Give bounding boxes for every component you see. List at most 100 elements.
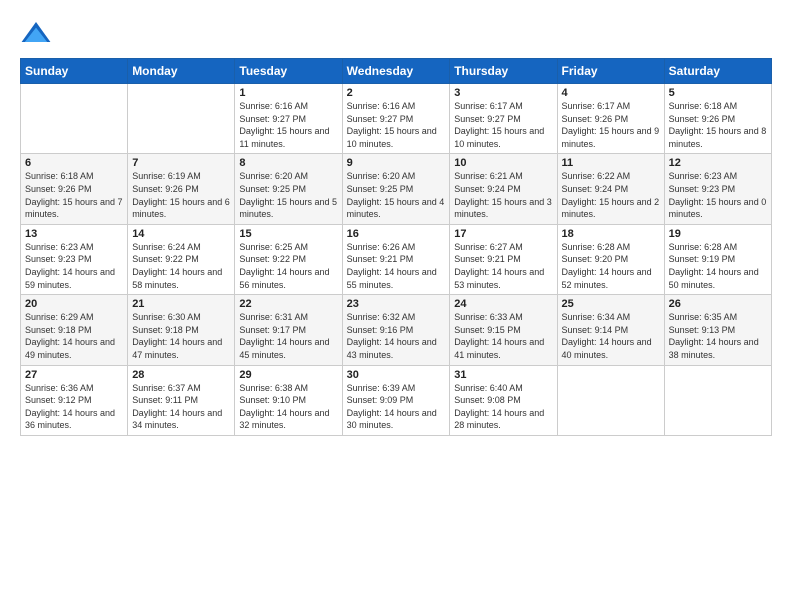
day-info: Sunrise: 6:31 AM Sunset: 9:17 PM Dayligh… [239, 311, 337, 361]
calendar-cell: 17Sunrise: 6:27 AM Sunset: 9:21 PM Dayli… [450, 224, 557, 294]
header [20, 18, 772, 50]
calendar-week-row: 1Sunrise: 6:16 AM Sunset: 9:27 PM Daylig… [21, 84, 772, 154]
day-info: Sunrise: 6:24 AM Sunset: 9:22 PM Dayligh… [132, 241, 230, 291]
day-number: 3 [454, 87, 552, 99]
weekday-header-thursday: Thursday [450, 59, 557, 84]
calendar-cell: 2Sunrise: 6:16 AM Sunset: 9:27 PM Daylig… [342, 84, 450, 154]
day-info: Sunrise: 6:32 AM Sunset: 9:16 PM Dayligh… [347, 311, 446, 361]
calendar-cell [557, 365, 664, 435]
day-info: Sunrise: 6:30 AM Sunset: 9:18 PM Dayligh… [132, 311, 230, 361]
day-number: 23 [347, 298, 446, 310]
weekday-header-wednesday: Wednesday [342, 59, 450, 84]
day-number: 24 [454, 298, 552, 310]
calendar-cell: 15Sunrise: 6:25 AM Sunset: 9:22 PM Dayli… [235, 224, 342, 294]
calendar-cell: 22Sunrise: 6:31 AM Sunset: 9:17 PM Dayli… [235, 295, 342, 365]
day-info: Sunrise: 6:19 AM Sunset: 9:26 PM Dayligh… [132, 170, 230, 220]
calendar-cell: 24Sunrise: 6:33 AM Sunset: 9:15 PM Dayli… [450, 295, 557, 365]
calendar-cell: 21Sunrise: 6:30 AM Sunset: 9:18 PM Dayli… [128, 295, 235, 365]
day-info: Sunrise: 6:21 AM Sunset: 9:24 PM Dayligh… [454, 170, 552, 220]
day-number: 2 [347, 87, 446, 99]
day-number: 16 [347, 228, 446, 240]
weekday-header-row: SundayMondayTuesdayWednesdayThursdayFrid… [21, 59, 772, 84]
day-info: Sunrise: 6:29 AM Sunset: 9:18 PM Dayligh… [25, 311, 123, 361]
calendar-cell: 9Sunrise: 6:20 AM Sunset: 9:25 PM Daylig… [342, 154, 450, 224]
calendar-cell: 30Sunrise: 6:39 AM Sunset: 9:09 PM Dayli… [342, 365, 450, 435]
day-number: 20 [25, 298, 123, 310]
weekday-header-tuesday: Tuesday [235, 59, 342, 84]
calendar-cell: 3Sunrise: 6:17 AM Sunset: 9:27 PM Daylig… [450, 84, 557, 154]
calendar-cell: 4Sunrise: 6:17 AM Sunset: 9:26 PM Daylig… [557, 84, 664, 154]
day-info: Sunrise: 6:25 AM Sunset: 9:22 PM Dayligh… [239, 241, 337, 291]
day-number: 30 [347, 369, 446, 381]
calendar-week-row: 27Sunrise: 6:36 AM Sunset: 9:12 PM Dayli… [21, 365, 772, 435]
day-number: 26 [669, 298, 767, 310]
calendar-cell: 14Sunrise: 6:24 AM Sunset: 9:22 PM Dayli… [128, 224, 235, 294]
calendar-week-row: 13Sunrise: 6:23 AM Sunset: 9:23 PM Dayli… [21, 224, 772, 294]
day-number: 22 [239, 298, 337, 310]
day-number: 10 [454, 157, 552, 169]
day-number: 19 [669, 228, 767, 240]
day-info: Sunrise: 6:40 AM Sunset: 9:08 PM Dayligh… [454, 382, 552, 432]
calendar-cell [664, 365, 771, 435]
day-number: 31 [454, 369, 552, 381]
day-number: 4 [562, 87, 660, 99]
calendar-cell: 12Sunrise: 6:23 AM Sunset: 9:23 PM Dayli… [664, 154, 771, 224]
day-info: Sunrise: 6:23 AM Sunset: 9:23 PM Dayligh… [25, 241, 123, 291]
day-number: 18 [562, 228, 660, 240]
calendar-cell: 18Sunrise: 6:28 AM Sunset: 9:20 PM Dayli… [557, 224, 664, 294]
calendar-cell: 8Sunrise: 6:20 AM Sunset: 9:25 PM Daylig… [235, 154, 342, 224]
calendar-table: SundayMondayTuesdayWednesdayThursdayFrid… [20, 58, 772, 436]
day-number: 25 [562, 298, 660, 310]
day-info: Sunrise: 6:16 AM Sunset: 9:27 PM Dayligh… [347, 100, 446, 150]
day-number: 21 [132, 298, 230, 310]
day-info: Sunrise: 6:37 AM Sunset: 9:11 PM Dayligh… [132, 382, 230, 432]
calendar-cell: 19Sunrise: 6:28 AM Sunset: 9:19 PM Dayli… [664, 224, 771, 294]
calendar-cell: 25Sunrise: 6:34 AM Sunset: 9:14 PM Dayli… [557, 295, 664, 365]
day-number: 7 [132, 157, 230, 169]
calendar-week-row: 20Sunrise: 6:29 AM Sunset: 9:18 PM Dayli… [21, 295, 772, 365]
day-number: 28 [132, 369, 230, 381]
day-info: Sunrise: 6:26 AM Sunset: 9:21 PM Dayligh… [347, 241, 446, 291]
calendar-cell: 28Sunrise: 6:37 AM Sunset: 9:11 PM Dayli… [128, 365, 235, 435]
calendar-cell [21, 84, 128, 154]
day-info: Sunrise: 6:27 AM Sunset: 9:21 PM Dayligh… [454, 241, 552, 291]
day-info: Sunrise: 6:38 AM Sunset: 9:10 PM Dayligh… [239, 382, 337, 432]
calendar-cell: 1Sunrise: 6:16 AM Sunset: 9:27 PM Daylig… [235, 84, 342, 154]
day-info: Sunrise: 6:18 AM Sunset: 9:26 PM Dayligh… [25, 170, 123, 220]
day-number: 27 [25, 369, 123, 381]
calendar-cell [128, 84, 235, 154]
day-info: Sunrise: 6:39 AM Sunset: 9:09 PM Dayligh… [347, 382, 446, 432]
calendar-cell: 11Sunrise: 6:22 AM Sunset: 9:24 PM Dayli… [557, 154, 664, 224]
day-number: 11 [562, 157, 660, 169]
calendar-cell: 10Sunrise: 6:21 AM Sunset: 9:24 PM Dayli… [450, 154, 557, 224]
calendar-cell: 13Sunrise: 6:23 AM Sunset: 9:23 PM Dayli… [21, 224, 128, 294]
calendar-cell: 16Sunrise: 6:26 AM Sunset: 9:21 PM Dayli… [342, 224, 450, 294]
calendar-cell: 7Sunrise: 6:19 AM Sunset: 9:26 PM Daylig… [128, 154, 235, 224]
day-number: 1 [239, 87, 337, 99]
day-info: Sunrise: 6:28 AM Sunset: 9:20 PM Dayligh… [562, 241, 660, 291]
day-number: 29 [239, 369, 337, 381]
day-number: 9 [347, 157, 446, 169]
day-number: 15 [239, 228, 337, 240]
calendar-week-row: 6Sunrise: 6:18 AM Sunset: 9:26 PM Daylig… [21, 154, 772, 224]
weekday-header-sunday: Sunday [21, 59, 128, 84]
day-info: Sunrise: 6:20 AM Sunset: 9:25 PM Dayligh… [347, 170, 446, 220]
calendar-cell: 31Sunrise: 6:40 AM Sunset: 9:08 PM Dayli… [450, 365, 557, 435]
day-info: Sunrise: 6:33 AM Sunset: 9:15 PM Dayligh… [454, 311, 552, 361]
calendar-cell: 29Sunrise: 6:38 AM Sunset: 9:10 PM Dayli… [235, 365, 342, 435]
day-number: 5 [669, 87, 767, 99]
day-number: 6 [25, 157, 123, 169]
calendar-cell: 23Sunrise: 6:32 AM Sunset: 9:16 PM Dayli… [342, 295, 450, 365]
day-info: Sunrise: 6:16 AM Sunset: 9:27 PM Dayligh… [239, 100, 337, 150]
calendar-cell: 5Sunrise: 6:18 AM Sunset: 9:26 PM Daylig… [664, 84, 771, 154]
day-number: 17 [454, 228, 552, 240]
day-info: Sunrise: 6:20 AM Sunset: 9:25 PM Dayligh… [239, 170, 337, 220]
weekday-header-friday: Friday [557, 59, 664, 84]
calendar-cell: 26Sunrise: 6:35 AM Sunset: 9:13 PM Dayli… [664, 295, 771, 365]
day-info: Sunrise: 6:17 AM Sunset: 9:26 PM Dayligh… [562, 100, 660, 150]
day-number: 14 [132, 228, 230, 240]
page: SundayMondayTuesdayWednesdayThursdayFrid… [0, 0, 792, 612]
day-info: Sunrise: 6:35 AM Sunset: 9:13 PM Dayligh… [669, 311, 767, 361]
day-info: Sunrise: 6:17 AM Sunset: 9:27 PM Dayligh… [454, 100, 552, 150]
weekday-header-saturday: Saturday [664, 59, 771, 84]
